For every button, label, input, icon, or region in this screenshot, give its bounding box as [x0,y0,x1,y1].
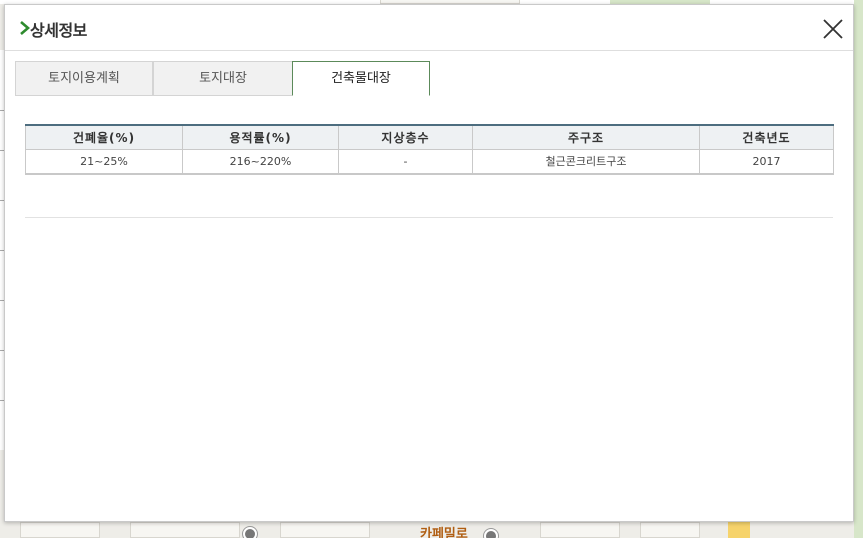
map-road-label: 카페밀로 [420,527,468,538]
detail-info-modal: 상세정보 토지이용계획 토지대장 건축물대장 건폐율(%) 용적률(%) 지상층… [4,4,854,522]
cell-main-structure: 철근콘크리트구조 [472,148,700,175]
tab-building-register[interactable]: 건축물대장 [292,61,430,96]
cell-floors-above-ground: - [338,148,473,175]
close-icon[interactable] [821,17,845,41]
modal-header: 상세정보 [5,5,853,51]
table-row: 21~25% 216~220% - 철근콘크리트구조 2017 [25,148,834,175]
header-floor-area-ratio: 용적률(%) [182,125,339,150]
header-floors-above-ground: 지상층수 [338,125,473,150]
table-header-row: 건폐율(%) 용적률(%) 지상층수 주구조 건축년도 [25,125,834,150]
tab-bar: 토지이용계획 토지대장 건축물대장 [15,61,845,96]
content-divider [25,217,833,218]
header-main-structure: 주구조 [472,125,700,150]
header-building-coverage: 건폐율(%) [25,125,183,150]
cell-construction-year: 2017 [699,148,834,175]
tab-land-register[interactable]: 토지대장 [153,61,293,96]
cell-floor-area-ratio: 216~220% [182,148,339,175]
tab-land-use-plan[interactable]: 토지이용계획 [15,61,153,96]
modal-title: 상세정보 [30,21,87,40]
building-register-table: 건폐율(%) 용적률(%) 지상층수 주구조 건축년도 21~25% 216~2… [25,124,834,175]
cell-building-coverage: 21~25% [25,148,183,175]
header-construction-year: 건축년도 [699,125,834,150]
